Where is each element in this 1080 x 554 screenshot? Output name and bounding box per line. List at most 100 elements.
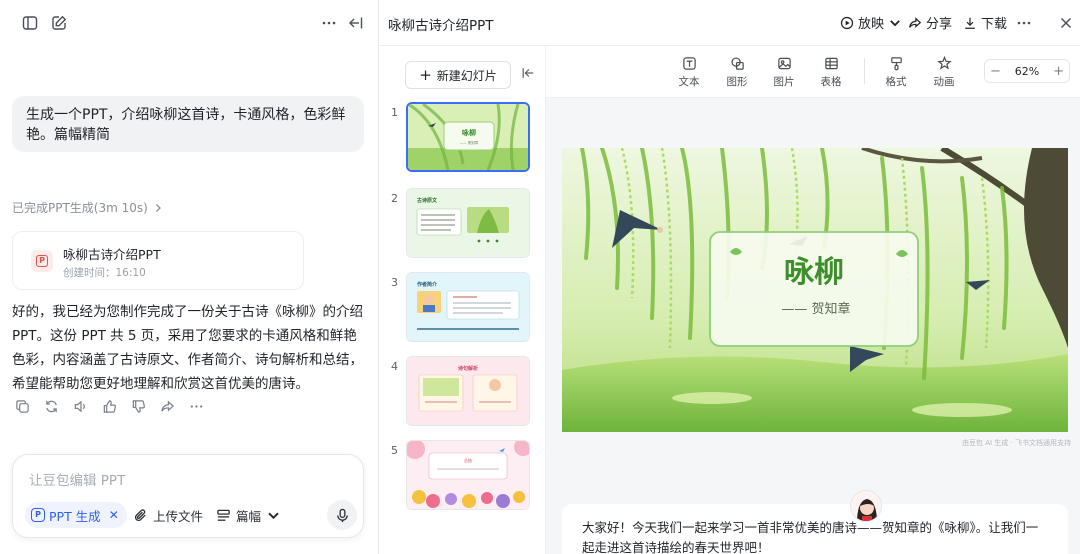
text-icon [682,57,696,70]
speaker-icon[interactable] [72,398,88,414]
text-tool[interactable]: 文本 [669,56,709,89]
image-icon [777,57,791,70]
slide-thumbnail-panel: + 新建幻灯片 1 咏柳 —— 贺知章 2 古诗原文 3 作者简介 4 诗句解析… [379,46,546,554]
slide-thumbnail-1[interactable]: 咏柳 —— 贺知章 [406,102,530,172]
share-reply-icon[interactable] [159,398,175,414]
microphone-icon [336,508,348,522]
play-button[interactable]: 放映 [840,13,902,32]
table-icon [824,57,838,70]
copy-icon[interactable] [14,398,30,414]
slide-1-preview: 咏柳 —— 贺知章 [408,104,528,170]
play-label: 放映 [858,17,885,32]
shape-icon [730,57,744,70]
animation-tool[interactable]: 动画 [924,56,964,89]
format-tool-label: 格式 [885,76,907,88]
share-label: 分享 [926,17,953,32]
paperclip-icon [134,508,146,521]
more-actions-icon[interactable] [188,398,204,414]
share-icon [909,16,922,28]
slide-canvas: 咏柳 —— 贺知章 由豆包 AI 生成 · 飞书文档通用支持 大家好！今天我们一… [546,98,1080,554]
image-tool-label: 图片 [773,76,795,88]
speaker-notes[interactable]: 大家好！今天我们一起来学习一首非常优美的唐诗——贺知章的《咏柳》。让我们一起走进… [562,504,1068,554]
download-button[interactable]: 下载 [963,13,1007,32]
ppt-chip-icon: P [31,508,45,522]
user-prompt-bubble: 生成一个PPT，介绍咏柳这首诗，卡通风格，色彩鲜艳。篇幅精简 [12,96,364,152]
slide-thumbnail-4[interactable]: 诗句解析 [406,356,530,426]
regenerate-icon[interactable] [43,398,59,414]
share-button[interactable]: 分享 [908,13,952,32]
ppt-file-card[interactable]: P 咏柳古诗介绍PPT 创建时间：16:10 [12,231,304,290]
shape-tool-label: 图形 [726,76,748,88]
new-chat-icon[interactable] [48,12,70,34]
zoom-in-button[interactable]: + [1053,64,1064,79]
thumb4-title: 诗句解析 [458,365,478,372]
toolbar-divider [864,58,865,84]
close-icon[interactable]: ✕ [109,508,119,522]
ppt-file-icon: P [31,250,53,272]
close-icon[interactable] [1055,12,1077,34]
slide-4-preview: 诗句解析 [407,357,529,425]
chat-composer: 让豆包编辑 PPT P PPT 生成 ✕ 上传文件 篇幅 [12,454,364,538]
chevron-down-icon [268,512,279,519]
chat-panel: 生成一个PPT，介绍咏柳这首诗，卡通风格，色彩鲜艳。篇幅精简 已完成PPT生成(… [0,0,379,554]
thumbnail-number: 1 [391,106,398,119]
slide-3-preview: 作者简介 [407,273,529,341]
ppt-mode-chip[interactable]: P PPT 生成 ✕ [25,502,127,528]
ai-watermark: 由豆包 AI 生成 · 飞书文档通用支持 [962,439,1071,447]
thumbnail-number: 4 [391,360,398,373]
zoom-level[interactable]: 62% [1015,65,1039,78]
thumbnail-number: 3 [391,276,398,289]
format-tool[interactable]: 格式 [876,56,916,89]
upload-file-button[interactable]: 上传文件 [133,502,203,528]
current-slide[interactable]: 咏柳 —— 贺知章 [562,148,1068,432]
thumbnail-number: 5 [391,444,398,457]
file-name: 咏柳古诗介绍PPT [63,247,161,262]
slide-thumbnail-2[interactable]: 古诗原文 [406,188,530,258]
edit-toolbar: 文本 图形 图片 表格 格式 动画 − 62% + [546,46,1080,98]
avatar[interactable] [850,490,882,522]
zoom-out-button[interactable]: − [990,64,1001,79]
collapse-panel-icon[interactable] [345,12,367,34]
document-title[interactable]: 咏柳古诗介绍PPT [388,14,494,34]
app-window: 生成一个PPT，介绍咏柳这首诗，卡通风格，色彩鲜艳。篇幅精简 已完成PPT生成(… [0,0,1080,554]
slide-thumbnail-5[interactable]: 总结 [406,440,530,510]
slide-title[interactable]: 咏柳 [784,255,844,290]
plus-icon: + [419,66,432,84]
generation-status-label: 已完成PPT生成(3m 10s) [12,201,148,215]
upload-file-label: 上传文件 [153,508,204,524]
image-tool[interactable]: 图片 [764,56,804,89]
thumb5-title: 总结 [464,457,472,463]
more-icon[interactable] [318,12,340,34]
composer-input[interactable]: 让豆包编辑 PPT [29,469,125,489]
table-tool-label: 表格 [820,76,842,88]
thumb3-title: 作者简介 [417,281,438,288]
slide-thumbnail-3[interactable]: 作者简介 [406,272,530,342]
new-slide-button[interactable]: + 新建幻灯片 [405,61,511,89]
more-options-icon[interactable] [1013,12,1035,34]
slide-author[interactable]: —— 贺知章 [781,301,850,317]
thumbs-up-icon[interactable] [101,398,117,414]
download-label: 下载 [981,17,1008,32]
message-actions [14,398,204,414]
generation-status[interactable]: 已完成PPT生成(3m 10s) [12,199,164,216]
shape-tool[interactable]: 图形 [717,56,757,89]
document-length-icon [217,509,230,521]
text-tool-label: 文本 [678,76,700,88]
thumbs-down-icon[interactable] [130,398,146,414]
slide-2-preview: 古诗原文 [407,189,529,257]
length-dropdown[interactable]: 篇幅 [216,502,281,528]
animation-tool-label: 动画 [933,76,955,88]
slide-illustration: 咏柳 —— 贺知章 [562,148,1068,432]
chat-header [0,0,379,46]
ppt-chip-label: PPT 生成 [49,508,101,524]
slide-5-preview: 总结 [407,441,529,509]
collapse-thumbnails-icon[interactable] [521,65,539,83]
editor-topbar: 咏柳古诗介绍PPT 放映 分享 下载 [379,0,1080,46]
thumb2-title: 古诗原文 [417,197,438,204]
microphone-button[interactable] [327,500,357,530]
thumbnail-number: 2 [391,192,398,205]
zoom-control: − 62% + [984,59,1070,83]
table-tool[interactable]: 表格 [811,56,851,89]
sidebar-toggle-icon[interactable] [19,12,41,34]
play-icon [840,16,854,29]
